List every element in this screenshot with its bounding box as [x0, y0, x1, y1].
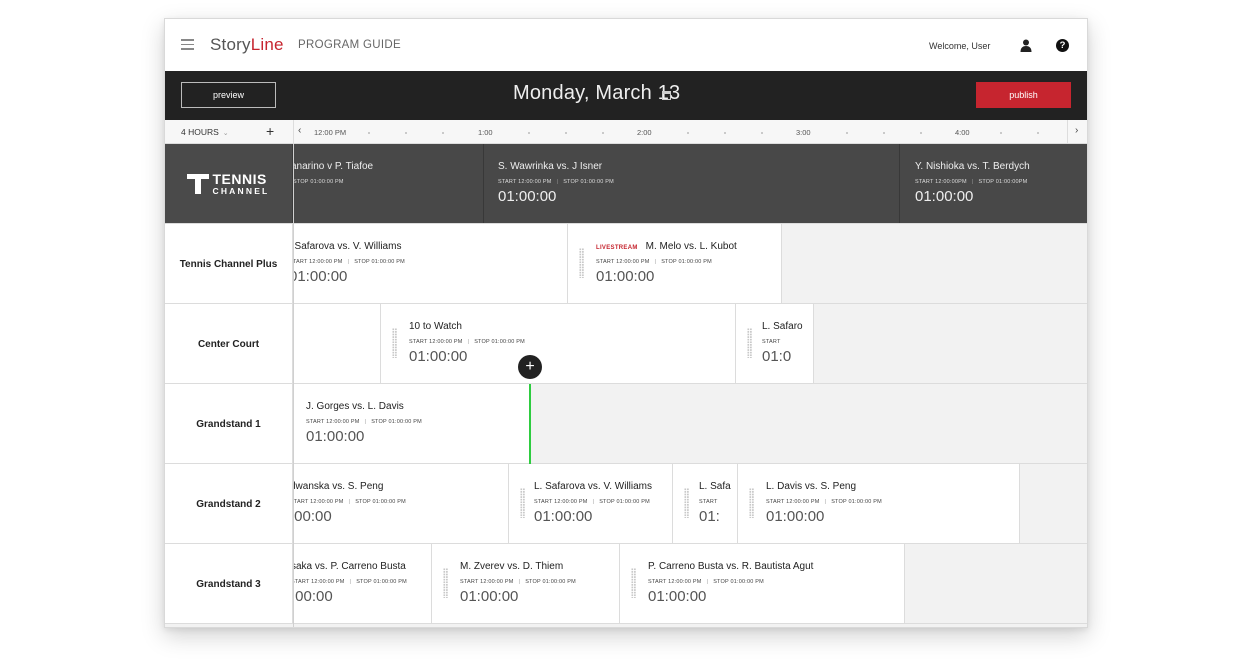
channel-row: Grandstand 3 saka vs. P. Carreno Busta S… [165, 544, 1087, 624]
divider [293, 120, 294, 144]
channel-label: TENNIS CHANNEL [165, 144, 293, 223]
program-card[interactable]: . Safarova vs. V. Williams START 12:00:0… [293, 224, 568, 303]
add-program-button[interactable]: + [518, 355, 542, 379]
time-tick: 12:00 PM [314, 128, 347, 137]
time-tick: 2:00 [637, 128, 652, 137]
channel-row: TENNIS CHANNEL anarino v P. Tiafoe STOP … [165, 144, 1087, 224]
section-title: PROGRAM GUIDE [298, 39, 401, 51]
channel-label: Center Court [165, 304, 293, 383]
brand-logo: StoryLine [210, 35, 284, 54]
publish-button[interactable]: publish [976, 82, 1071, 108]
program-card[interactable]: Y. Nishioka vs. T. Berdych START 12:00:0… [900, 144, 1087, 223]
program-card[interactable]: saka vs. P. Carreno Busta START 12:00:00… [293, 544, 432, 623]
time-tick: 3:00 [796, 128, 811, 137]
welcome-text: Welcome, User [929, 41, 991, 51]
date-title: Monday, March 13 [513, 82, 681, 104]
program-grid: TENNIS CHANNEL anarino v P. Tiafoe STOP … [165, 144, 1087, 627]
drag-handle-icon[interactable] [520, 488, 525, 518]
top-header: StoryLine PROGRAM GUIDE Welcome, User ? [165, 19, 1087, 71]
drag-handle-icon[interactable] [747, 328, 752, 358]
program-card[interactable]: L. Safarova vs. V. Williams START 12:00:… [509, 464, 673, 543]
livestream-badge: LIVESTREAM [596, 245, 638, 251]
program-card[interactable]: L. Davis vs. S. Peng START 12:00:00 PM | S… [738, 464, 1020, 543]
calendar-icon[interactable] [662, 91, 671, 100]
current-time-indicator [529, 384, 531, 464]
chevron-left-icon[interactable]: ‹ [298, 125, 301, 136]
program-card[interactable]: L. Safaro START 01:0 [736, 304, 814, 383]
chevron-down-icon: ⌄ [222, 130, 229, 137]
date-bar: preview Monday, March 13 publish [165, 71, 1087, 120]
program-card[interactable]: L. Safa START 01: [673, 464, 738, 543]
program-card[interactable]: LIVESTREAM M. Melo vs. L. Kubot START 12:… [568, 224, 782, 303]
channel-label: Grandstand 2 [165, 464, 293, 543]
help-icon[interactable]: ? [1056, 39, 1069, 52]
drag-handle-icon[interactable] [631, 568, 636, 598]
hours-dropdown[interactable]: 4 HOURS ⌄ [181, 127, 229, 137]
divider [1067, 120, 1068, 144]
menu-icon[interactable] [181, 39, 194, 50]
program-card[interactable]: dwanska vs. S. Peng START 12:00:00 PM|ST… [293, 464, 509, 543]
channel-label: Grandstand 1 [165, 384, 293, 463]
channel-row: Center Court 10 to Watch START 12:00:00 … [165, 304, 1087, 384]
channel-label: Tennis Channel Plus [165, 224, 293, 303]
user-icon[interactable] [1020, 39, 1032, 52]
program-card[interactable]: 10 to Watch START 12:00:00 PM | STOP 01:00… [381, 304, 736, 383]
drag-handle-icon[interactable] [684, 488, 689, 518]
tennis-channel-logo: TENNIS CHANNEL [186, 170, 271, 198]
channel-label: Grandstand 3 [165, 544, 293, 623]
drag-handle-icon[interactable] [749, 488, 754, 518]
program-card[interactable]: anarino v P. Tiafoe STOP 01:00:00 PM [293, 144, 484, 223]
time-tick: 1:00 [478, 128, 493, 137]
time-tick: 4:00 [955, 128, 970, 137]
drag-handle-icon[interactable] [443, 568, 448, 598]
program-card[interactable] [293, 304, 381, 383]
drag-handle-icon[interactable] [392, 328, 397, 358]
channel-row: Tennis Channel Plus . Safarova vs. V. Wi… [165, 224, 1087, 304]
add-icon[interactable]: + [266, 123, 274, 139]
program-card[interactable]: M. Zverev vs. D. Thiem START 12:00:00 PM… [432, 544, 620, 623]
program-card[interactable]: P. Carreno Busta vs. R. Bautista Agut ST… [620, 544, 905, 623]
chevron-right-icon[interactable]: › [1075, 125, 1078, 136]
program-card[interactable]: J. Gorges vs. L. Davis START 12:00:00 PM… [293, 384, 530, 463]
drag-handle-icon[interactable] [579, 248, 584, 278]
timeline-bar: 4 HOURS ⌄ + ‹ 12:00 PM 1:00 2:00 3:00 4:0… [165, 120, 1087, 144]
channel-row: Grandstand 1 J. Gorges vs. L. Davis STAR… [165, 384, 1087, 464]
channel-row: Grandstand 2 dwanska vs. S. Peng START 1… [165, 464, 1087, 544]
program-card[interactable]: S. Wawrinka vs. J Isner START 12:00:00 P… [484, 144, 900, 223]
app-window: StoryLine PROGRAM GUIDE Welcome, User ? … [164, 18, 1088, 628]
preview-button[interactable]: preview [181, 82, 276, 108]
label-column-edge [293, 144, 294, 627]
